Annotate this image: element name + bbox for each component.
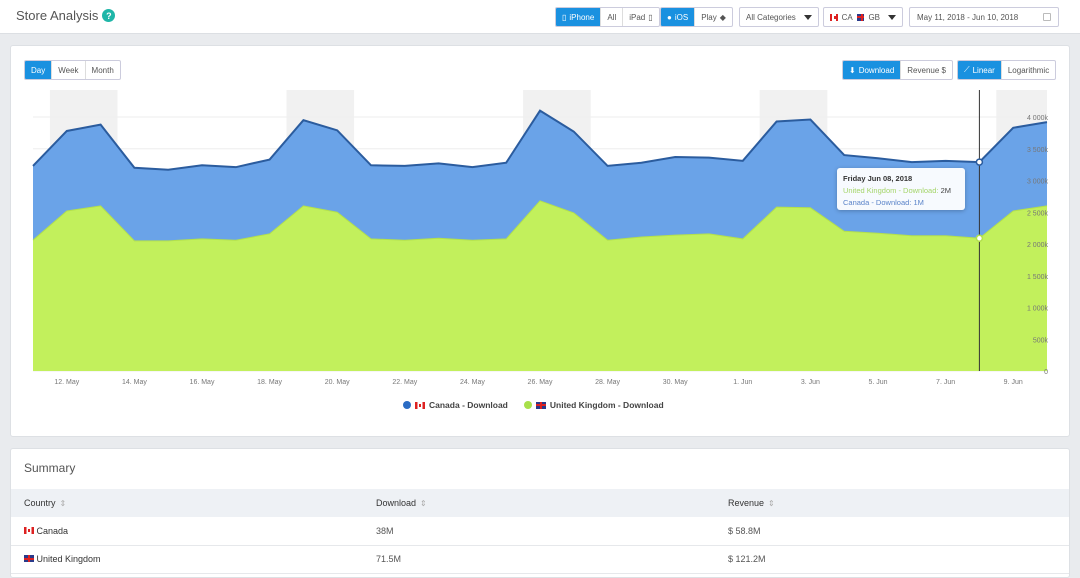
line-chart-icon: ⟋ [964, 65, 970, 74]
x-tick-label: 26. May [528, 379, 553, 386]
apple-icon: ● [667, 12, 672, 22]
legend-item-uk[interactable]: United Kingdom - Download [523, 400, 664, 410]
legend-dot-icon [523, 401, 532, 409]
chevron-down-icon [803, 14, 812, 20]
country-select[interactable]: CA GB [823, 7, 903, 27]
chevron-down-icon [888, 14, 896, 20]
column-header-download[interactable]: Download ⇕ [363, 489, 715, 517]
summary-title: Summary [24, 461, 76, 475]
canada-flag-icon [24, 526, 34, 534]
store-toggle: ● iOS Play ◆ [660, 7, 733, 27]
help-icon[interactable]: ? [102, 9, 116, 22]
x-tick-label: 20. May [325, 379, 350, 386]
tooltip-date: Friday Jun 08, 2018 [843, 174, 913, 183]
device-toggle: ▯ iPhone All iPad ▯ [555, 7, 660, 27]
period-day-button[interactable]: Day [25, 61, 53, 79]
x-tick-label: 7. Jun [936, 379, 955, 386]
y-tick-label: 1 000k [1027, 306, 1049, 313]
x-tick-label: 5. Jun [868, 379, 887, 386]
y-tick-label: 3 500k [1027, 147, 1049, 154]
scale-linear-button[interactable]: ⟋ Linear [958, 61, 1002, 79]
category-select[interactable]: All Categories [739, 7, 819, 27]
page-title-text: Store Analysis [16, 8, 99, 23]
page-title: Store Analysis ? [16, 8, 116, 23]
y-tick-label: 3 000k [1027, 179, 1049, 186]
cell-download: 71.5M [363, 545, 715, 574]
metric-toggle: ⬇ Download Revenue $ [842, 60, 953, 80]
uk-flag-icon [535, 401, 546, 409]
period-month-button[interactable]: Month [86, 61, 120, 79]
store-play-button[interactable]: Play ◆ [695, 8, 732, 26]
x-tick-label: 14. May [122, 379, 147, 386]
column-header-country[interactable]: Country ⇕ [11, 489, 363, 517]
date-range-picker[interactable]: May 11, 2018 - Jun 10, 2018 [909, 7, 1059, 27]
metric-download-button[interactable]: ⬇ Download [843, 61, 902, 79]
x-tick-label: 28. May [595, 379, 620, 386]
x-tick-label: 18. May [257, 379, 282, 386]
cell-country: United Kingdom [11, 545, 363, 574]
download-icon: ⬇ [849, 65, 856, 75]
period-week-button[interactable]: Week [52, 61, 86, 79]
uk-flag-icon [24, 555, 34, 562]
y-tick-label: 0 [1044, 369, 1048, 376]
area-chart: 0 500k 1 000k 1 500k 2 000k 2 500k 3 000k 3 500… [32, 90, 1049, 386]
device-all-button[interactable]: All [601, 8, 624, 26]
table-row: United Kingdom 71.5M $ 121.2M [11, 545, 1069, 574]
metric-revenue-button[interactable]: Revenue $ [901, 61, 952, 79]
android-icon: ◆ [719, 12, 726, 22]
x-tick-label: 22. May [392, 379, 417, 386]
uk-flag-icon [856, 13, 865, 21]
x-tick-label: 30. May [663, 379, 688, 386]
y-tick-label: 500k [1033, 337, 1049, 344]
summary-table: Country ⇕ Download ⇕ Revenue ⇕ Canada 38M $… [11, 489, 1069, 574]
cell-revenue: $ 121.2M [715, 545, 1069, 574]
table-row: Canada 38M $ 58.8M [11, 517, 1069, 546]
device-ipad-button[interactable]: iPad ▯ [623, 8, 658, 26]
canada-flag-icon [830, 13, 838, 21]
top-bar: Store Analysis ? ▯ iPhone All iPad ▯ ● iOS … [0, 0, 1080, 34]
hover-point-canada [975, 158, 984, 166]
legend-item-canada[interactable]: Canada - Download [403, 400, 508, 410]
table-header-row: Country ⇕ Download ⇕ Revenue ⇕ [11, 489, 1069, 517]
tablet-icon: ▯ [648, 12, 653, 22]
cell-revenue: $ 58.8M [715, 517, 1069, 546]
summary-card: Summary Country ⇕ Download ⇕ Revenue ⇕ Cana… [10, 448, 1070, 578]
tooltip-ca-row: Canada - Download: 1M [843, 198, 924, 207]
scale-logarithmic-button[interactable]: Logarithmic [1002, 61, 1055, 79]
chart-legend: Canada - Download United Kingdom - Downl… [403, 400, 664, 410]
cell-country: Canada [11, 517, 363, 546]
y-tick-label: 2 500k [1027, 210, 1049, 217]
scale-toggle: ⟋ Linear Logarithmic [957, 60, 1057, 80]
hover-point-uk [975, 234, 984, 243]
x-tick-label: 3. Jun [801, 379, 820, 386]
legend-dot-icon [403, 401, 411, 409]
cell-download: 38M [363, 517, 715, 546]
chart-tooltip: Friday Jun 08, 2018 United Kingdom - Dow… [837, 168, 965, 210]
y-tick-label: 4 000k [1027, 115, 1049, 122]
calendar-icon [1043, 13, 1051, 21]
x-tick-label: 9. Jun [1004, 379, 1023, 386]
sort-icon: ⇕ [59, 499, 67, 508]
x-tick-label: 24. May [460, 379, 485, 386]
tooltip-uk-row: United Kingdom - Download: 2M [843, 186, 951, 195]
x-tick-label: 1. Jun [733, 379, 752, 386]
x-tick-label: 12. May [54, 379, 79, 386]
store-ios-button[interactable]: ● iOS [661, 8, 696, 26]
sort-icon: ⇕ [768, 499, 775, 508]
sort-icon: ⇕ [420, 499, 427, 508]
column-header-revenue[interactable]: Revenue ⇕ [715, 489, 1069, 517]
x-tick-label: 16. May [190, 379, 215, 386]
y-tick-label: 2 000k [1027, 242, 1049, 249]
chart-card: 0 500k 1 000k 1 500k 2 000k 2 500k 3 000k 3 500… [10, 45, 1070, 437]
canada-flag-icon [415, 401, 425, 409]
period-toggle: Day Week Month [24, 60, 121, 80]
y-tick-label: 1 500k [1027, 274, 1049, 281]
device-iphone-button[interactable]: ▯ iPhone [556, 8, 602, 26]
phone-icon: ▯ [562, 12, 567, 22]
